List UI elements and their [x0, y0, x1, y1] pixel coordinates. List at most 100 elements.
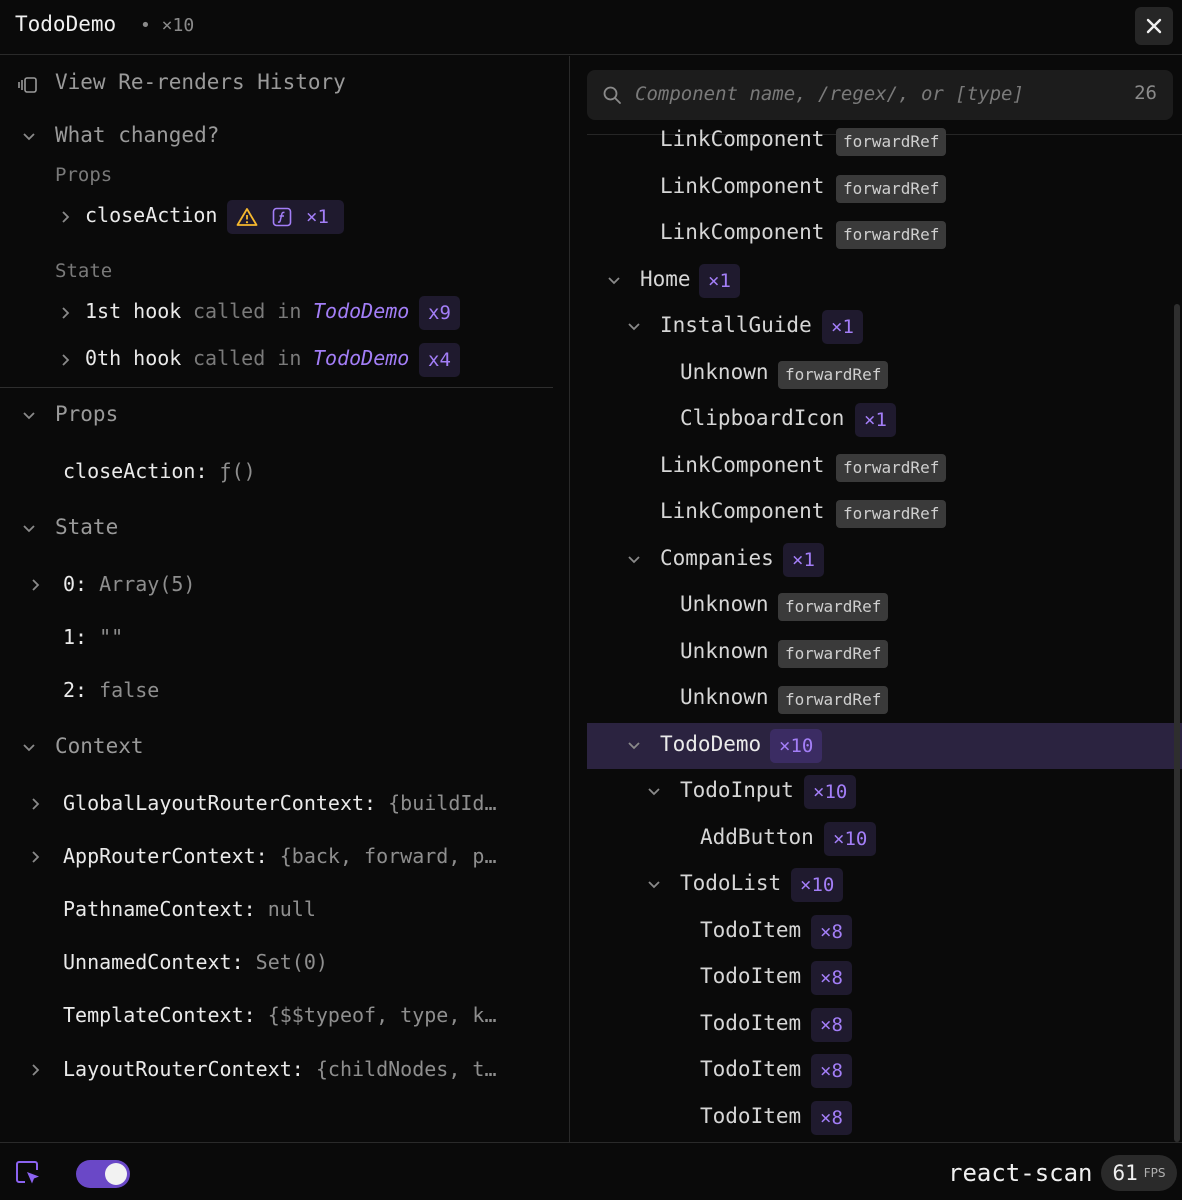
tree-node-name: Unknown — [680, 592, 769, 616]
chevron-down-icon[interactable] — [21, 740, 37, 756]
context-item[interactable]: GlobalLayoutRouterContext: {buildId… — [63, 791, 497, 815]
context-value: {childNodes, t… — [315, 1057, 497, 1081]
tree-scrollbar[interactable] — [1174, 304, 1180, 1142]
tree-node[interactable]: Unknown forwardRef — [587, 676, 1182, 722]
render-count-badge: ×1 — [822, 310, 863, 344]
search-input[interactable]: Component name, /regex/, or [type] — [635, 83, 1024, 105]
tree-node-name: TodoItem — [700, 1011, 802, 1035]
chevron-down-icon[interactable] — [626, 319, 642, 335]
what-changed-heading[interactable]: What changed? — [55, 123, 219, 147]
tree-node-name: TodoDemo — [660, 732, 762, 756]
tree-node-name: LinkComponent — [660, 220, 825, 244]
search-box[interactable]: Component name, /regex/, or [type] 26 — [587, 70, 1173, 120]
chevron-down-icon[interactable] — [606, 273, 622, 289]
state-key: 0: — [63, 572, 88, 596]
component-tree: LinkComponent forwardRef LinkComponent f… — [587, 126, 1182, 1142]
tree-node[interactable]: Unknown forwardRef — [587, 351, 1182, 397]
chevron-down-icon[interactable] — [646, 784, 662, 800]
state-value: false — [99, 678, 160, 702]
chevron-right-icon[interactable] — [28, 849, 44, 865]
tree-node[interactable]: LinkComponent forwardRef — [587, 126, 1182, 164]
tree-node[interactable]: TodoItem ×8 — [587, 1048, 1182, 1094]
hook-row[interactable]: 0th hook called in TodoDemo — [58, 343, 458, 377]
render-count-badge: ×1 — [699, 264, 740, 298]
tree-node-name: ClipboardIcon — [680, 406, 845, 430]
chevron-right-icon[interactable] — [28, 796, 44, 812]
context-value: {back, forward, p… — [279, 844, 497, 868]
changed-props-label: Props — [55, 164, 113, 186]
tree-node[interactable]: InstallGuide ×1 — [587, 304, 1182, 350]
chevron-down-icon[interactable] — [21, 521, 37, 537]
context-key: GlobalLayoutRouterContext: — [63, 791, 377, 815]
context-item[interactable]: AppRouterContext: {back, forward, p… — [63, 844, 497, 868]
tree-node[interactable]: TodoItem ×8 — [587, 1095, 1182, 1141]
close-button[interactable] — [1135, 7, 1173, 45]
tree-node[interactable]: Companies ×1 — [587, 537, 1182, 583]
context-key: PathnameContext: — [63, 897, 256, 921]
tree-node-type-tag: forwardRef — [778, 640, 889, 668]
tree-node[interactable]: LinkComponent forwardRef — [587, 211, 1182, 257]
tree-node-name: LinkComponent — [660, 127, 825, 151]
tree-node-type-tag: forwardRef — [778, 686, 889, 714]
chevron-down-icon[interactable] — [626, 738, 642, 754]
tree-node-selected[interactable]: TodoDemo ×10 — [587, 723, 1182, 769]
inspect-cursor-icon[interactable] — [15, 1160, 41, 1186]
hook-called-in: called in — [193, 299, 302, 323]
state-value: "" — [99, 625, 124, 649]
close-icon — [1146, 18, 1162, 34]
tree-node[interactable]: AddButton ×10 — [587, 816, 1182, 862]
chevron-down-icon[interactable] — [21, 129, 37, 145]
state-heading[interactable]: State — [55, 515, 118, 539]
tree-node-name: TodoItem — [700, 1104, 802, 1128]
context-heading[interactable]: Context — [55, 734, 144, 758]
chevron-right-icon — [62, 354, 70, 366]
header: TodoDemo • ×10 — [0, 0, 1182, 55]
chevron-right-icon[interactable] — [28, 577, 44, 593]
tree-node[interactable]: Unknown forwardRef — [587, 583, 1182, 629]
prop-key: closeAction: — [63, 459, 208, 483]
tree-node-name: AddButton — [700, 825, 814, 849]
tree-node-name: TodoList — [680, 871, 782, 895]
hook-row[interactable]: 1st hook called in TodoDemo — [58, 296, 458, 330]
tree-node[interactable]: LinkComponent forwardRef — [587, 490, 1182, 536]
tree-node-name: TodoItem — [700, 964, 802, 988]
tree-node[interactable]: TodoItem ×8 — [587, 955, 1182, 1001]
tree-node-name: TodoItem — [700, 918, 802, 942]
section-divider — [0, 387, 553, 388]
context-key: TemplateContext: — [63, 1003, 256, 1027]
tree-node[interactable]: TodoItem ×8 — [587, 1002, 1182, 1048]
state-item[interactable]: 0: Array(5) — [63, 572, 195, 596]
tree-node-name: LinkComponent — [660, 453, 825, 477]
props-heading[interactable]: Props — [55, 402, 118, 426]
render-count-badge: ×1 — [855, 403, 896, 437]
tree-node[interactable]: LinkComponent forwardRef — [587, 165, 1182, 211]
tree-node-name: TodoInput — [680, 778, 794, 802]
tree-node[interactable]: ClipboardIcon ×1 — [587, 397, 1182, 443]
prop-change-badge: ×1 — [227, 200, 344, 234]
view-history-label: View Re-renders History — [55, 70, 346, 94]
context-key: AppRouterContext: — [63, 844, 268, 868]
scan-toggle[interactable] — [76, 1160, 130, 1188]
tree-node[interactable]: Home ×1 — [587, 258, 1182, 304]
hook-name: 1st hook — [85, 299, 182, 323]
history-icon — [18, 77, 37, 93]
tree-node[interactable]: TodoList ×10 — [587, 862, 1182, 908]
tree-node[interactable]: TodoInput ×10 — [587, 769, 1182, 815]
tree-node-type-tag: forwardRef — [836, 128, 947, 156]
context-value: {$$typeof, type, k… — [267, 1003, 497, 1027]
tree-node[interactable]: TodoItem ×8 — [587, 909, 1182, 955]
tree-node[interactable]: Unknown forwardRef — [587, 630, 1182, 676]
tree-node[interactable]: LinkComponent forwardRef — [587, 444, 1182, 490]
chevron-down-icon[interactable] — [646, 877, 662, 893]
chevron-right-icon — [62, 307, 70, 319]
fps-meter: 61 FPS — [1101, 1155, 1177, 1191]
render-count-badge: ×1 — [783, 543, 824, 577]
chevron-down-icon[interactable] — [21, 408, 37, 424]
hook-component: TodoDemo — [313, 299, 410, 323]
tree-node-type-tag: forwardRef — [778, 593, 889, 621]
context-item[interactable]: LayoutRouterContext: {childNodes, t… — [63, 1057, 497, 1081]
chevron-down-icon[interactable] — [626, 552, 642, 568]
tree-node-name: Companies — [660, 546, 774, 570]
chevron-right-icon[interactable] — [28, 1062, 44, 1078]
context-key: LayoutRouterContext: — [63, 1057, 304, 1081]
